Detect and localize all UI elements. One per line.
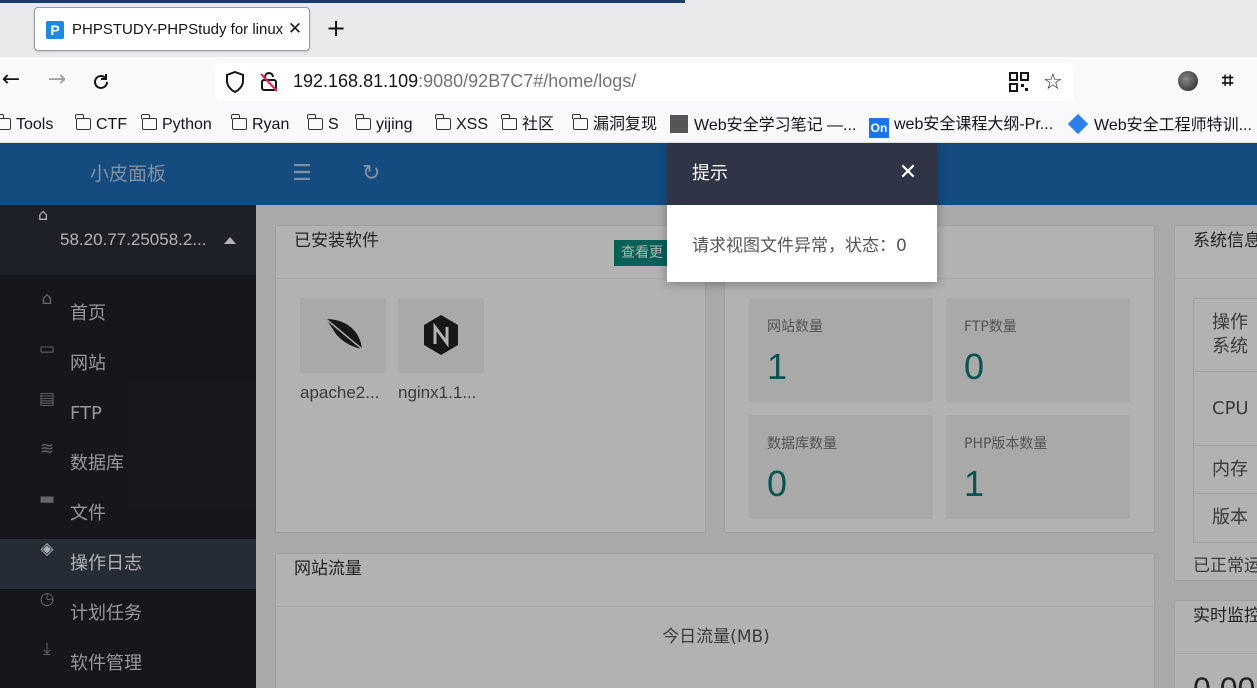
folder-icon (75, 114, 91, 130)
bookmark-folder[interactable]: XSS (435, 114, 489, 135)
folder-icon (501, 114, 517, 130)
bookmark-label: 漏洞复现 (593, 116, 658, 133)
panel-app: 小皮面板 ⌂ 58.20.77.25058.2... ⌂ 首页 ▭ 网站 ▤ FTP … (0, 143, 1257, 688)
tab-strip: P PHPSTUDY-PHPStudy for linux ✕ + (0, 0, 1257, 57)
bookmark-label: 社区 (522, 116, 555, 133)
dialog-message: 请求视图文件异常，状态：0 (692, 236, 907, 256)
bookmarks-bar: Tools CTF Python Ryan S yijing XSS 社区 漏洞… (0, 107, 1257, 143)
bookmark-label: S (328, 116, 339, 133)
diamond-icon (1067, 113, 1089, 135)
bookmark-star-icon[interactable]: ☆ (1043, 70, 1063, 95)
forward-button[interactable]: → (42, 67, 72, 97)
bookmark-label: Tools (16, 116, 54, 133)
tab-close-icon[interactable]: ✕ (284, 18, 306, 40)
bookmark-label: Web安全学习笔记 —... (694, 117, 857, 134)
folder-icon (435, 114, 451, 130)
bookmark-label: XSS (456, 116, 489, 133)
bookmark-label: Ryan (252, 116, 290, 133)
extension-icon[interactable]: ⌗ (1222, 68, 1233, 92)
url-text[interactable]: 192.168.81.109:9080/92B7C7#/home/logs/ (293, 71, 636, 92)
qr-code-icon[interactable] (1009, 72, 1029, 96)
shield-icon[interactable] (225, 70, 245, 97)
browser-tab[interactable]: P PHPSTUDY-PHPStudy for linux ✕ (34, 7, 310, 51)
url-bar[interactable]: 192.168.81.109:9080/92B7C7#/home/logs/ ☆ (215, 63, 1074, 101)
back-button[interactable]: ← (0, 67, 26, 97)
bookmark-link[interactable]: On web安全课程大纲-Pr... (869, 115, 1054, 138)
bookmark-folder[interactable]: yijing (355, 114, 413, 135)
bookmark-link[interactable]: Web安全工程师特训... (1067, 113, 1252, 135)
tab-title: PHPSTUDY-PHPStudy for linux (72, 21, 284, 38)
bookmark-folder[interactable]: CTF (75, 114, 128, 135)
favicon-icon: P (46, 21, 64, 39)
folder-icon (231, 114, 247, 130)
insecure-lock-icon[interactable] (259, 72, 279, 96)
bookmark-folder[interactable]: 社区 (501, 114, 555, 135)
bookmark-label: Python (162, 116, 212, 133)
folder-icon (141, 114, 157, 130)
onenote-icon: On (869, 118, 889, 138)
alert-dialog: 提示 ✕ 请求视图文件异常，状态：0 (667, 143, 937, 282)
bookmark-folder[interactable]: Ryan (231, 114, 290, 135)
nav-bar: ← → 192.168.81.109:9080/92B7C7#/home/log… (0, 57, 1257, 107)
bookmark-label: CTF (96, 116, 128, 133)
close-icon[interactable]: ✕ (897, 162, 919, 184)
folder-icon (355, 114, 371, 130)
bookmark-folder[interactable]: Tools (0, 114, 54, 135)
bookmark-link[interactable]: Web安全学习笔记 —... (670, 115, 856, 135)
folder-icon (572, 114, 588, 130)
new-tab-button[interactable]: + (322, 14, 350, 42)
loading-progress (0, 0, 685, 3)
bookmark-folder[interactable]: S (307, 114, 339, 135)
bookmark-label: web安全课程大纲-Pr... (894, 116, 1054, 133)
bookmark-folder[interactable]: 漏洞复现 (572, 114, 658, 135)
bookmark-folder[interactable]: Python (141, 114, 212, 135)
book-icon (670, 115, 688, 133)
folder-icon (0, 114, 11, 130)
url-path: :9080/92B7C7#/home/logs/ (418, 71, 637, 91)
bookmark-label: yijing (376, 116, 413, 133)
modal-overlay[interactable] (0, 143, 1257, 688)
url-host: 192.168.81.109 (293, 71, 419, 91)
profile-avatar[interactable] (1178, 71, 1198, 91)
folder-icon (307, 114, 323, 130)
bookmark-label: Web安全工程师特训... (1094, 117, 1252, 134)
reload-button[interactable] (86, 67, 116, 97)
